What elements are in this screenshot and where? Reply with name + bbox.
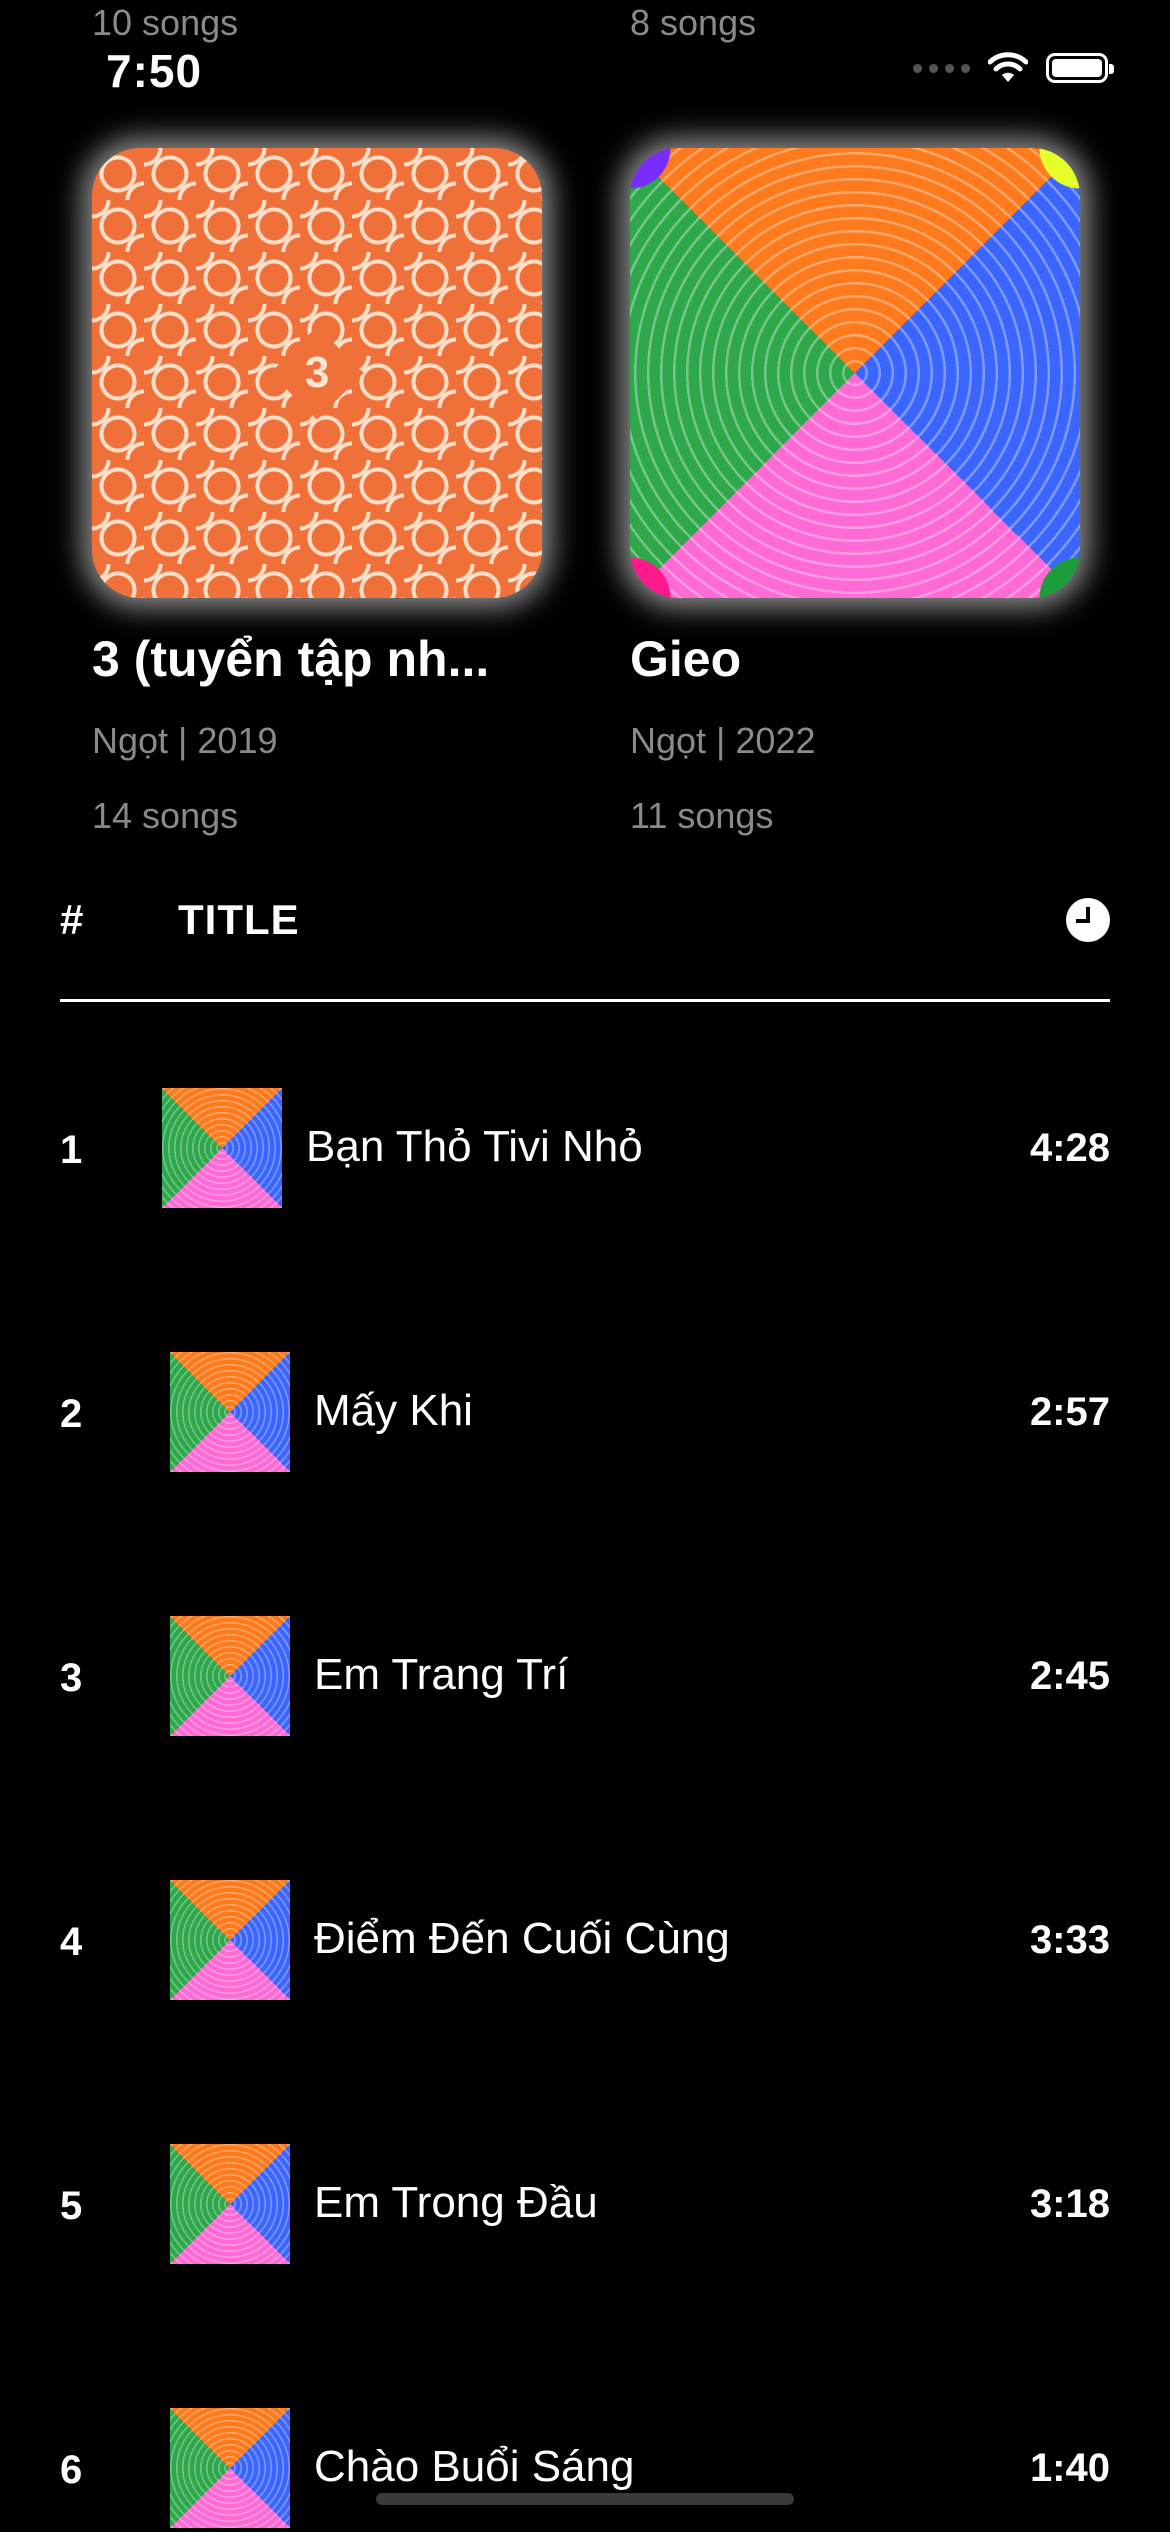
track-artwork: [162, 1088, 282, 1208]
track-artwork: [170, 2408, 290, 2528]
track-duration: 2:57: [1029, 1390, 1110, 1434]
track-title: Chào Buổi Sáng: [314, 2442, 635, 2491]
header-divider: [60, 999, 1110, 1002]
track-duration: 4:28: [1029, 1126, 1110, 1170]
prev-album-count: 10 songs: [92, 2, 239, 43]
album-title[interactable]: Gieo: [630, 630, 741, 688]
track-duration: 3:33: [1029, 1918, 1110, 1962]
track-artwork: [170, 2144, 290, 2264]
track-row[interactable]: 5 Em Trong Đầu 3:18: [0, 2144, 1170, 2264]
track-title: Mấy Khi: [314, 1386, 473, 1435]
album-card[interactable]: 3: [92, 148, 542, 598]
column-title-header[interactable]: TITLE: [178, 896, 300, 944]
track-duration: 2:45: [1029, 1654, 1110, 1698]
album-cover[interactable]: 3: [92, 148, 542, 598]
status-time: 7:50: [106, 45, 203, 97]
album-cover[interactable]: [630, 148, 1080, 598]
album-card[interactable]: [630, 148, 1080, 598]
album-meta: Ngọt | 2022: [630, 720, 816, 761]
track-row[interactable]: 6 Chào Buổi Sáng 1:40: [0, 2408, 1170, 2528]
track-number: 1: [60, 1128, 83, 1172]
status-icons: [913, 52, 1114, 84]
album-cover-mark: 3: [304, 347, 330, 397]
battery-icon: [1046, 53, 1114, 83]
track-artwork: [170, 1616, 290, 1736]
album-title[interactable]: 3 (tuyển tập nh...: [92, 630, 489, 688]
track-number: 5: [60, 2184, 83, 2228]
track-duration: 3:18: [1029, 2182, 1110, 2226]
signal-icon: [913, 63, 970, 73]
track-number: 6: [60, 2448, 83, 2492]
clock-icon[interactable]: [1066, 898, 1110, 942]
home-indicator[interactable]: [376, 2493, 794, 2505]
album-meta: Ngọt | 2019: [92, 720, 278, 761]
wifi-icon: [988, 52, 1028, 82]
track-title: Em Trong Đầu: [314, 2178, 598, 2227]
track-row[interactable]: 2 Mấy Khi 2:57: [0, 1352, 1170, 1472]
track-row[interactable]: 4 Điểm Đến Cuối Cùng 3:33: [0, 1880, 1170, 2000]
album-song-count: 11 songs: [630, 795, 774, 836]
track-duration: 1:40: [1029, 2446, 1110, 2490]
track-row[interactable]: 1 Bạn Thỏ Tivi Nhỏ 4:28: [0, 1088, 1170, 1208]
album-song-count: 14 songs: [92, 795, 239, 836]
track-number: 4: [60, 1920, 83, 1964]
track-title: Điểm Đến Cuối Cùng: [314, 1914, 730, 1963]
track-artwork: [170, 1880, 290, 2000]
column-number-header: #: [60, 896, 85, 943]
track-number: 3: [60, 1656, 83, 1700]
track-title: Em Trang Trí: [314, 1650, 569, 1699]
prev-album-count: 8 songs: [630, 2, 757, 43]
track-artwork: [170, 1352, 290, 1472]
track-number: 2: [60, 1392, 83, 1436]
track-title: Bạn Thỏ Tivi Nhỏ: [306, 1122, 643, 1171]
track-row[interactable]: 3 Em Trang Trí 2:45: [0, 1616, 1170, 1736]
